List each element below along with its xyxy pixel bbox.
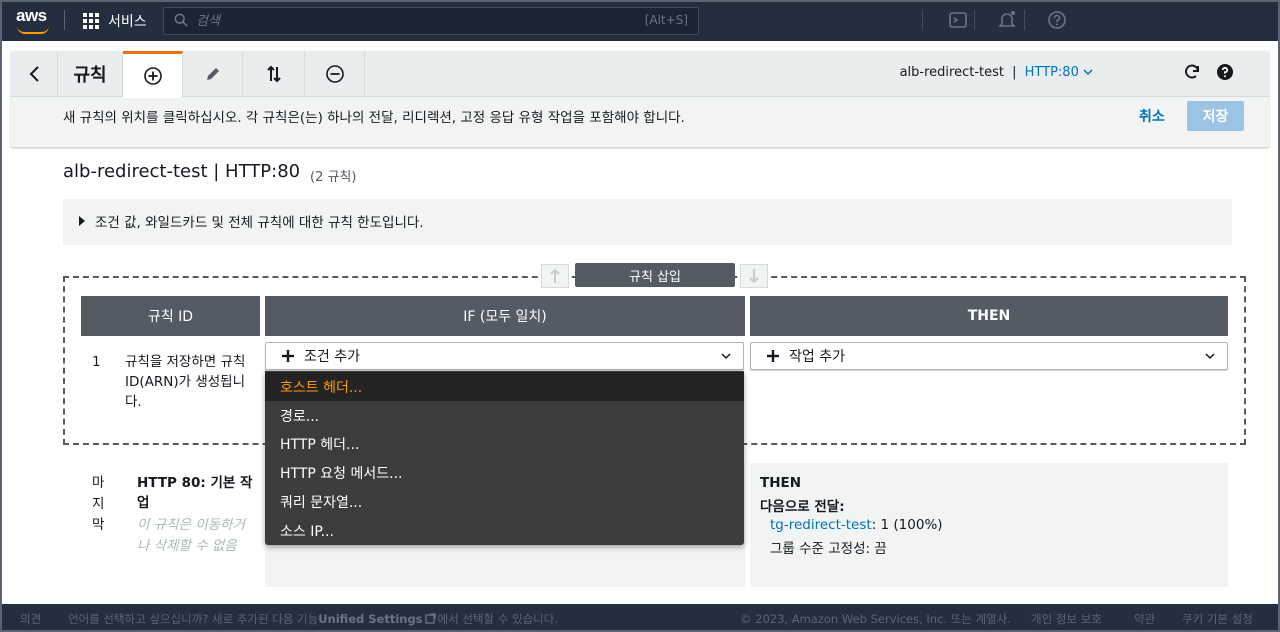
stickiness-text: 그룹 수준 고정성: 끔 bbox=[770, 541, 887, 557]
cancel-button[interactable]: 취소 bbox=[1139, 106, 1165, 126]
external-link-icon bbox=[424, 613, 436, 624]
cloudshell-icon[interactable] bbox=[948, 10, 968, 30]
chevron-down-icon bbox=[1205, 353, 1215, 360]
insert-rule-badge: 규칙 삽입 bbox=[575, 263, 735, 287]
top-navigation: aws 서비스 [Alt+S] bbox=[0, 0, 1280, 41]
footer: 의견 언어를 선택하고 싶으십니까? 새로 추가된 다음 기능Unified S… bbox=[0, 604, 1280, 632]
instruction-text: 새 규칙의 위치를 클릭하십시오. 각 규칙은(는) 하나의 전달, 리디렉션,… bbox=[63, 110, 685, 126]
condition-type-dropdown: 호스트 헤더... 경로... HTTP 헤더... HTTP 요청 메서드..… bbox=[265, 371, 744, 545]
column-header-if: IF (모두 일치) bbox=[265, 296, 745, 336]
nav-divider bbox=[1024, 10, 1025, 30]
plus-circle-icon bbox=[143, 67, 162, 85]
edit-rules-tab[interactable] bbox=[183, 51, 243, 97]
feedback-link[interactable]: 의견 bbox=[20, 611, 41, 627]
rules-toolbar-card: 규칙 alb-redirect-test | HTTP:80 새 규칙의 위치를… bbox=[11, 51, 1269, 147]
chevron-left-icon bbox=[29, 66, 39, 82]
column-header-rule-id: 규칙 ID bbox=[81, 296, 260, 336]
forward-label: 다음으로 전달: bbox=[760, 499, 845, 515]
reorder-arrows-icon bbox=[266, 65, 281, 83]
language-notice-suffix: 에서 선택할 수 있습니다. bbox=[437, 612, 558, 626]
nav-divider bbox=[64, 10, 65, 30]
then-title: THEN bbox=[760, 475, 802, 491]
target-group-weight: : 1 (100%) bbox=[871, 517, 943, 533]
rules-toolbar: 규칙 alb-redirect-test | HTTP:80 bbox=[11, 51, 1269, 98]
page-title: alb-redirect-test | HTTP:80 bbox=[63, 161, 301, 182]
terms-link[interactable]: 약관 bbox=[1134, 611, 1155, 627]
search-shortcut: [Alt+S] bbox=[644, 13, 688, 27]
target-group-link[interactable]: tg-redirect-test bbox=[770, 517, 872, 533]
unified-settings-link[interactable]: Unified Settings bbox=[318, 612, 422, 626]
listener-selector[interactable]: alb-redirect-test | HTTP:80 bbox=[900, 65, 1093, 80]
move-down-button[interactable] bbox=[740, 264, 768, 288]
nav-divider bbox=[922, 10, 923, 30]
add-action-button[interactable]: 작업 추가 bbox=[750, 342, 1228, 370]
add-rule-tab[interactable] bbox=[123, 51, 183, 98]
default-rule-title: HTTP 80: 기본 작업 bbox=[137, 475, 253, 511]
help-icon[interactable] bbox=[1047, 10, 1067, 30]
add-condition-label: 조건 추가 bbox=[304, 349, 360, 365]
column-header-then: THEN bbox=[750, 296, 1228, 336]
aws-smile-icon bbox=[17, 26, 49, 34]
add-action-label: 작업 추가 bbox=[789, 349, 845, 365]
notifications-bell-icon[interactable] bbox=[997, 10, 1017, 30]
search-input[interactable] bbox=[196, 10, 616, 32]
chevron-down-icon bbox=[1083, 69, 1093, 76]
rule-count: (2 규칙) bbox=[310, 170, 357, 185]
reorder-rules-tab[interactable] bbox=[243, 51, 305, 97]
services-menu[interactable]: 서비스 bbox=[108, 11, 147, 31]
listener-name: alb-redirect-test bbox=[899, 65, 1004, 80]
condition-option-host-header[interactable]: 호스트 헤더... bbox=[265, 372, 744, 401]
toolbar-title: 규칙 bbox=[58, 51, 123, 97]
minus-circle-icon bbox=[325, 65, 344, 83]
language-notice: 언어를 선택하고 싶으십니까? 새로 추가된 다음 기능Unified Sett… bbox=[68, 611, 558, 627]
condition-option-http-method[interactable]: HTTP 요청 메서드... bbox=[265, 458, 744, 487]
rule-limits-expander[interactable]: 조건 값, 와일드카드 및 전체 규칙에 대한 규칙 한도입니다. bbox=[63, 199, 1232, 245]
plus-icon bbox=[282, 350, 294, 362]
target-group-entry: tg-redirect-test: 1 (100%) bbox=[770, 517, 943, 533]
search-icon bbox=[174, 13, 188, 27]
delete-rules-tab[interactable] bbox=[305, 51, 365, 97]
arrow-up-icon bbox=[550, 268, 560, 283]
rule-id-note: 규칙을 저장하면 규칙 ID(ARN)가 생성됩니다. bbox=[125, 354, 246, 410]
arrow-down-icon bbox=[749, 269, 759, 284]
listener-protocol: HTTP:80 bbox=[1024, 65, 1079, 80]
listener-separator: | bbox=[1012, 65, 1017, 80]
refresh-icon[interactable] bbox=[1183, 63, 1201, 81]
last-rule-label: 마지막 bbox=[92, 475, 105, 533]
save-button[interactable]: 저장 bbox=[1187, 101, 1244, 131]
help-circle-icon[interactable] bbox=[1216, 63, 1234, 81]
caret-right-icon bbox=[79, 216, 85, 226]
search-box[interactable]: [Alt+S] bbox=[163, 7, 699, 35]
pencil-icon bbox=[206, 68, 219, 80]
nav-divider bbox=[974, 10, 975, 30]
privacy-link[interactable]: 개인 정보 보호 bbox=[1031, 611, 1102, 627]
copyright: © 2023, Amazon Web Services, Inc. 또는 계열사… bbox=[740, 612, 1011, 626]
default-rule-note: 이 규칙은 이동하거나 삭제할 수 없음 bbox=[137, 517, 245, 554]
condition-option-query-string[interactable]: 쿼리 문자열... bbox=[265, 487, 744, 516]
condition-option-path[interactable]: 경로... bbox=[265, 401, 744, 430]
condition-option-http-header[interactable]: HTTP 헤더... bbox=[265, 429, 744, 458]
condition-option-source-ip[interactable]: 소스 IP... bbox=[265, 516, 744, 545]
add-condition-button[interactable]: 조건 추가 bbox=[265, 342, 744, 370]
rule-limits-text: 조건 값, 와일드카드 및 전체 규칙에 대한 규칙 한도입니다. bbox=[95, 215, 424, 231]
aws-logo[interactable]: aws bbox=[14, 6, 54, 36]
cookie-preferences-link[interactable]: 쿠키 기본 설정 bbox=[1182, 611, 1253, 627]
back-button[interactable] bbox=[11, 51, 58, 97]
plus-icon bbox=[767, 350, 779, 362]
chevron-down-icon bbox=[721, 353, 731, 360]
default-rule-then-cell: THEN 다음으로 전달: tg-redirect-test: 1 (100%)… bbox=[750, 463, 1228, 587]
language-notice-text: 언어를 선택하고 싶으십니까? 새로 추가된 다음 기능 bbox=[68, 612, 319, 626]
move-up-button[interactable] bbox=[541, 264, 569, 288]
aws-logo-text: aws bbox=[16, 6, 47, 25]
services-grid-icon[interactable] bbox=[83, 13, 99, 29]
rule-number: 1 bbox=[92, 354, 101, 370]
